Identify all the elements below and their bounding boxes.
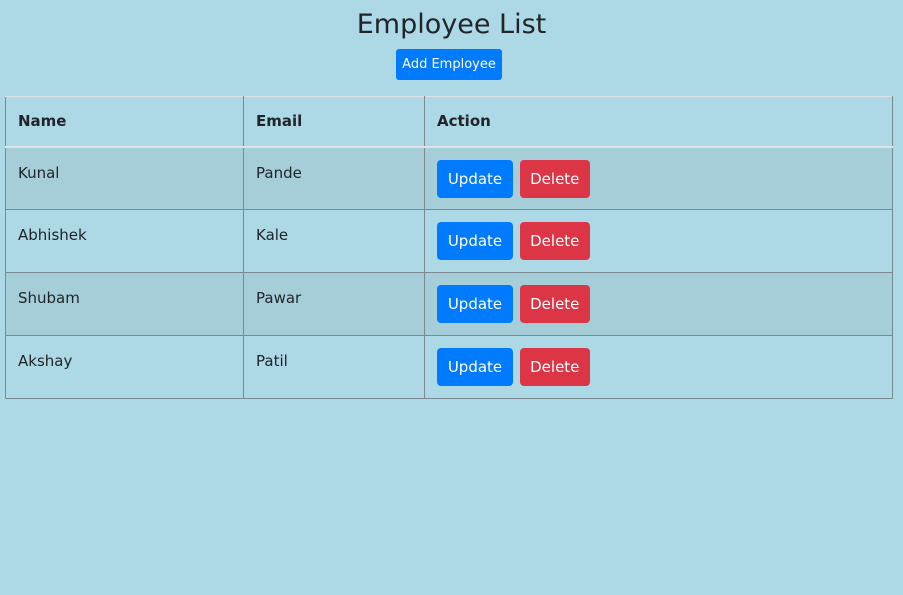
column-header-email: Email	[243, 96, 425, 148]
delete-button[interactable]: Delete	[519, 159, 590, 198]
update-button[interactable]: Update	[437, 222, 513, 260]
update-button[interactable]: Update	[437, 348, 513, 386]
action-cell: Update Delete	[424, 209, 893, 273]
update-button[interactable]: Update	[437, 159, 513, 198]
table-row: Kunal Pande Update Delete	[5, 146, 893, 210]
update-button[interactable]: Update	[437, 285, 513, 323]
employee-name-cell: Shubam	[5, 272, 244, 336]
column-header-name: Name	[5, 96, 244, 148]
employee-email-cell: Kale	[243, 209, 425, 273]
employee-email-cell: Pawar	[243, 272, 425, 336]
delete-button[interactable]: Delete	[519, 285, 590, 323]
employee-name-cell: Abhishek	[5, 209, 244, 273]
employee-email-cell: Patil	[243, 335, 425, 399]
header-row: Name Email Action	[5, 96, 893, 148]
add-employee-button[interactable]: Add Employee	[396, 49, 502, 80]
column-header-action: Action	[424, 96, 893, 148]
action-cell: Update Delete	[424, 146, 893, 210]
table-row: Shubam Pawar Update Delete	[5, 272, 893, 336]
action-cell: Update Delete	[424, 335, 893, 399]
action-cell: Update Delete	[424, 272, 893, 336]
table-row: Abhishek Kale Update Delete	[5, 209, 893, 273]
employee-email-cell: Pande	[243, 146, 425, 210]
employee-name-cell: Kunal	[5, 146, 244, 210]
delete-button[interactable]: Delete	[519, 348, 590, 386]
table-header: Name Email Action	[5, 96, 893, 148]
employee-name-cell: Akshay	[5, 335, 244, 399]
delete-button[interactable]: Delete	[519, 222, 590, 260]
page-title: Employee List	[356, 9, 547, 40]
table-row: Akshay Patil Update Delete	[5, 335, 893, 399]
employee-table: Name Email Action Kunal Pande Update Del…	[5, 96, 893, 399]
table-body: Kunal Pande Update Delete Abhishek Kale …	[5, 146, 893, 399]
